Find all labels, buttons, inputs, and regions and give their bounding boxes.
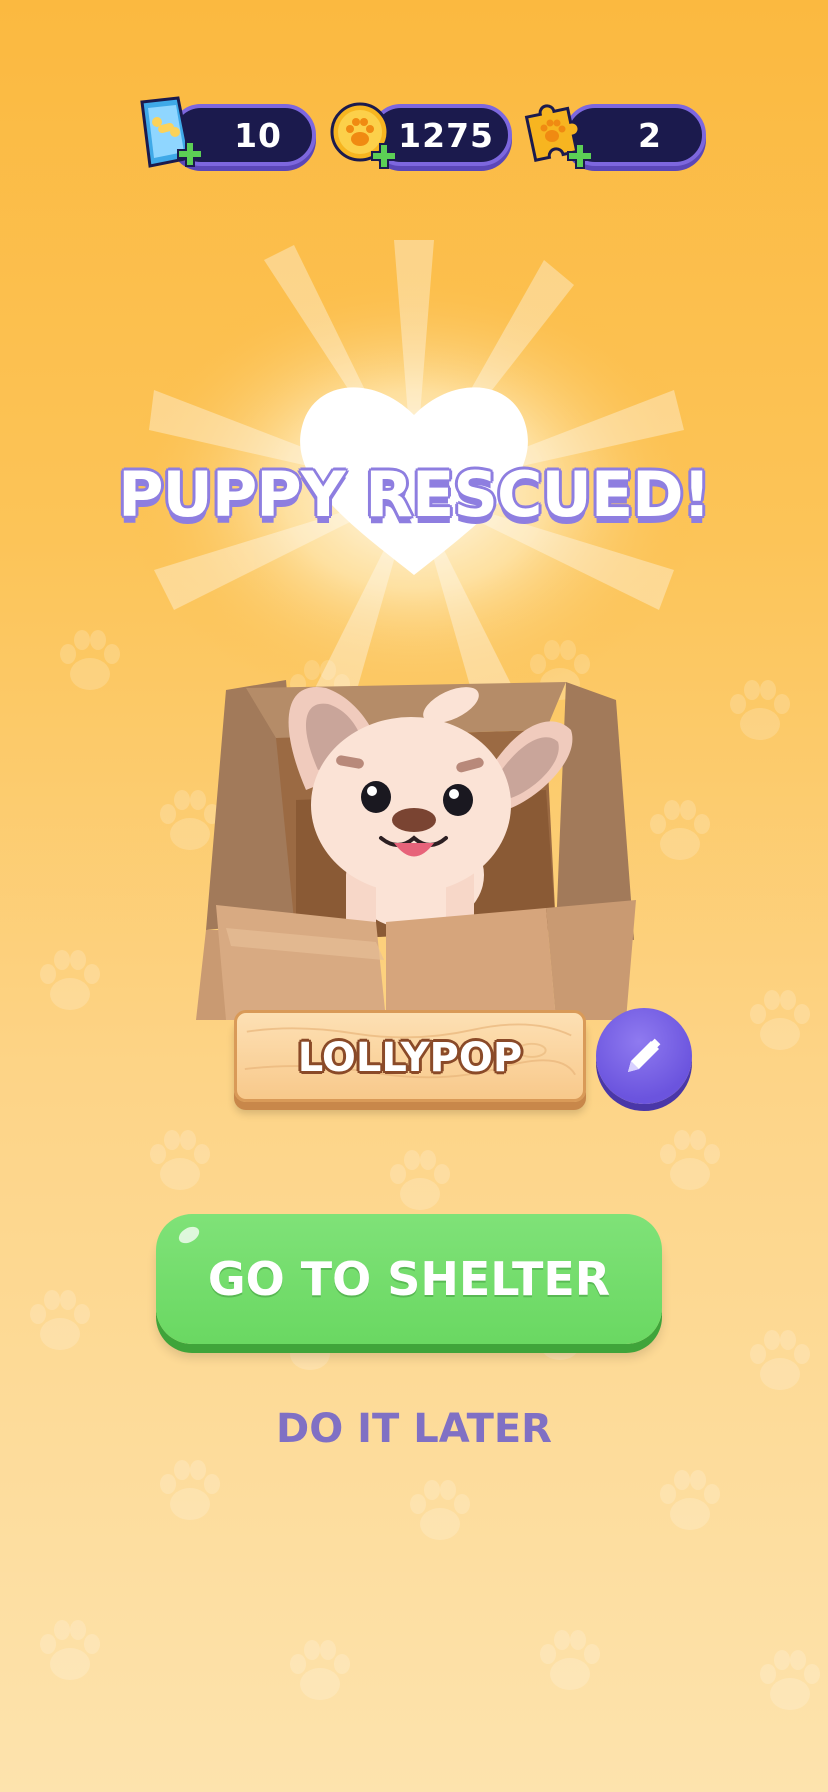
- button-shine: [175, 1223, 203, 1247]
- pencil-icon: [628, 1038, 661, 1072]
- add-dog-food-icon[interactable]: [176, 140, 204, 168]
- edit-name-button[interactable]: [596, 1008, 692, 1104]
- puppy-rescued-title: PUPPY RESCUED!: [118, 458, 711, 531]
- puppy-in-box-illustration: [196, 680, 636, 1020]
- add-paw-coin-icon[interactable]: [370, 142, 398, 170]
- paw-coin-count: 1275: [398, 116, 494, 155]
- puzzle-piece-count: 2: [638, 116, 662, 155]
- add-puzzle-piece-icon[interactable]: [566, 142, 594, 170]
- go-to-shelter-label: GO TO SHELTER: [207, 1252, 611, 1306]
- do-it-later-link[interactable]: DO IT LATER: [0, 1406, 828, 1452]
- dog-food-count: 10: [234, 116, 282, 155]
- puppy-name-plate: LOLLYPOP: [234, 1010, 586, 1102]
- puppy-name: LOLLYPOP: [297, 1035, 523, 1081]
- go-to-shelter-button[interactable]: GO TO SHELTER: [156, 1214, 662, 1344]
